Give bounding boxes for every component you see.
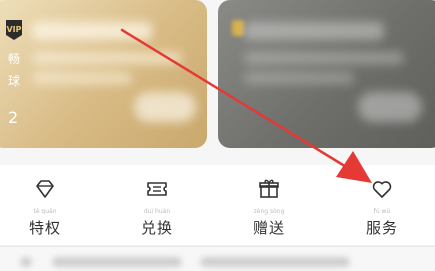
- card-text-line: 球: [8, 74, 21, 88]
- blurred-text: [32, 52, 182, 64]
- blurred-text: [244, 22, 384, 40]
- menu-item-pinyin: fú wù: [373, 208, 391, 215]
- blurred-action-button[interactable]: [134, 92, 196, 122]
- blurred-icon: [20, 257, 32, 267]
- menu-item-label: 赠送: [252, 219, 285, 237]
- ticket-icon: [147, 182, 167, 196]
- heart-icon: [372, 181, 392, 198]
- diamond-icon: [36, 180, 54, 198]
- blurred-bottom-section: [0, 246, 435, 271]
- menu-item-pinyin: tè quán: [33, 208, 57, 215]
- menu-item-privilege[interactable]: tè quán 特权: [5, 165, 85, 245]
- menu-item-label: 兑换: [140, 219, 173, 237]
- blurred-text: [244, 72, 354, 84]
- blurred-text: [244, 52, 404, 64]
- menu-item-gift[interactable]: zèng sòng 赠送: [229, 165, 309, 245]
- blurred-action-button[interactable]: [358, 92, 422, 122]
- vip-card-gold[interactable]: [0, 0, 207, 148]
- blurred-text: [32, 72, 132, 84]
- menu-item-pinyin: duì huàn: [143, 208, 171, 215]
- member-menu: tè quán 特权 duì huàn 兑换 zèng sòng 赠送 fú w…: [0, 165, 435, 245]
- card-number: 2: [8, 108, 19, 127]
- card-text-line: 畅: [8, 52, 21, 66]
- vip-card-dark[interactable]: [218, 0, 435, 148]
- menu-item-pinyin: zèng sòng: [253, 208, 285, 215]
- blurred-text: [32, 22, 152, 40]
- menu-item-label: 服务: [365, 219, 398, 237]
- gem-icon: [232, 20, 244, 36]
- membership-card-carousel: VIP 畅 球 2: [0, 0, 435, 165]
- blurred-text: [52, 257, 182, 267]
- menu-item-label: 特权: [28, 219, 61, 237]
- blurred-text: [200, 257, 350, 267]
- menu-item-exchange[interactable]: duì huàn 兑换: [117, 165, 197, 245]
- gift-icon: [259, 179, 279, 198]
- menu-item-service[interactable]: fú wù 服务: [342, 165, 422, 245]
